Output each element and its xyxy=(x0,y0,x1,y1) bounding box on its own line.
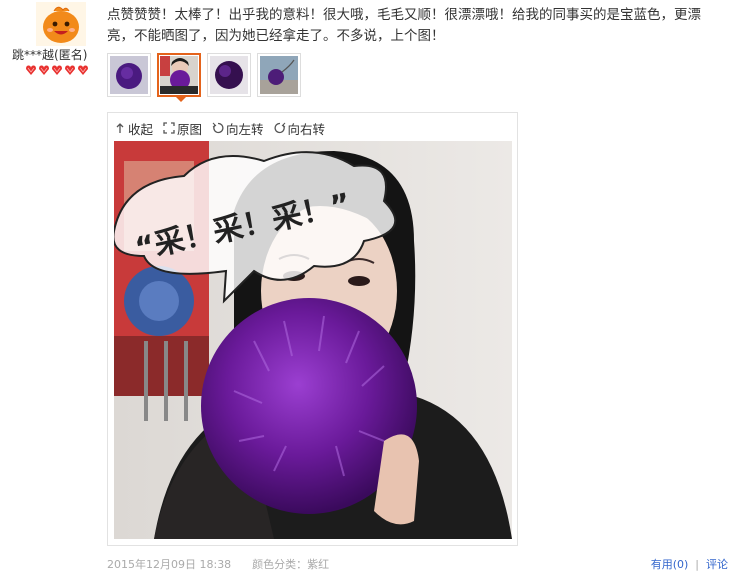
rotate-left-button[interactable]: 向左转 xyxy=(212,119,264,137)
thumbnail-1[interactable] xyxy=(107,53,151,97)
thumbnail-image xyxy=(260,56,298,94)
collapse-button[interactable]: 收起 xyxy=(114,119,153,137)
thumbnail-strip xyxy=(107,53,301,102)
heart-gem-icon xyxy=(26,65,36,75)
collapse-label: 收起 xyxy=(128,121,154,137)
heart-gem-icon xyxy=(39,65,49,75)
review-photo: “采！采！采！” xyxy=(114,141,512,539)
original-size-button[interactable]: 原图 xyxy=(163,119,202,137)
avatar-mascot-icon xyxy=(36,2,86,46)
viewer-toolbar: 收起 原图 向左转 向右转 xyxy=(114,119,325,137)
thumbnail-image xyxy=(110,56,148,94)
anonymous-tag: (匿名) xyxy=(54,48,88,62)
review-text: 点赞赞赞！太棒了！出乎我的意料！很大哦，毛毛又顺！很漂漂哦！给我的同事买的是宝蓝… xyxy=(107,7,701,44)
expand-icon xyxy=(163,122,175,134)
original-size-label: 原图 xyxy=(177,121,203,137)
rotate-right-label: 向右转 xyxy=(287,121,326,137)
image-viewer: 收起 原图 向左转 向右转 “采！采！采！” xyxy=(107,112,518,546)
thumbnail-4[interactable] xyxy=(257,53,301,97)
thumbnail-3[interactable] xyxy=(207,53,251,97)
review-footer: 2015年12月09日 18:38 颜色分类：紫红 有用(0) | 评论 xyxy=(107,556,741,572)
heart-gem-icon xyxy=(78,65,88,75)
reviewer-level-badges xyxy=(25,64,89,78)
thumbnail-image xyxy=(210,56,248,94)
review-actions: 有用(0) | 评论 xyxy=(650,558,728,571)
heart-gem-icon xyxy=(52,65,62,75)
rotate-right-button[interactable]: 向右转 xyxy=(274,119,326,137)
arrow-up-icon xyxy=(116,123,124,133)
heart-gem-icon xyxy=(65,65,75,75)
thumbnail-image xyxy=(160,56,198,94)
rotate-right-icon xyxy=(274,122,285,134)
thumbnail-2[interactable] xyxy=(157,53,201,102)
rotate-left-label: 向左转 xyxy=(226,121,264,137)
rotate-left-icon xyxy=(212,122,224,134)
reviewer-name: 跳***越(匿名) xyxy=(12,46,102,63)
reviewer-username: 跳***越 xyxy=(12,48,55,62)
avatar[interactable] xyxy=(36,2,86,46)
active-thumbnail-pointer xyxy=(176,97,186,102)
